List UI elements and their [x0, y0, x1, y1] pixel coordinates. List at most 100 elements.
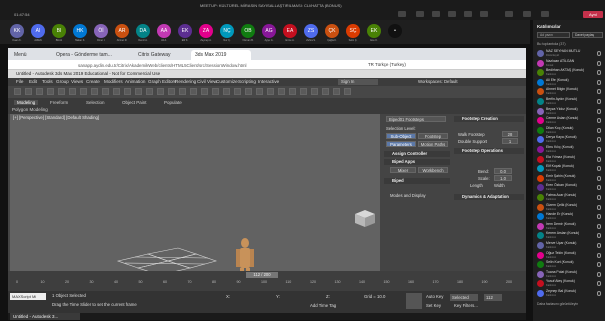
- perspective-viewport[interactable]: [+] [Perspective] [Standard] [Default Sh…: [10, 114, 380, 271]
- participant-avatar[interactable]: KK: [10, 24, 24, 38]
- browser-tab-active[interactable]: 3ds Max 2019: [191, 50, 251, 60]
- participant-row[interactable]: Gizem Çelik (Konuk) Katılımcı: [537, 203, 603, 213]
- participant-avatar[interactable]: OB: [241, 24, 255, 38]
- chat-icon[interactable]: [398, 11, 406, 17]
- participant-row[interactable]: İrem Demir (Konuk) Katılımcı: [537, 222, 603, 232]
- render-setup-icon[interactable]: [322, 88, 329, 95]
- render-icon[interactable]: [344, 88, 351, 95]
- render-frame-icon[interactable]: [333, 88, 340, 95]
- dynamics-rollout[interactable]: Dynamics & Adaptation: [454, 194, 524, 200]
- participant-avatar[interactable]: EK: [367, 24, 381, 38]
- rect-select-icon[interactable]: [102, 88, 109, 95]
- participant-avatar[interactable]: ZS: [304, 24, 318, 38]
- participant-avatar[interactable]: NÇ: [220, 24, 234, 38]
- participant-row[interactable]: Kerem Arslan (Konuk) Katılımcı: [537, 231, 603, 241]
- workbench-button[interactable]: Workbench: [418, 167, 448, 173]
- participant-row[interactable]: Berfin Aydın (Konuk) Katılımcı: [537, 97, 603, 107]
- add-time-tag-button[interactable]: Add Time Tag: [310, 303, 336, 308]
- move-icon[interactable]: [124, 88, 131, 95]
- snap-icon[interactable]: [190, 88, 197, 95]
- participant-avatar[interactable]: Öİ: [94, 24, 108, 38]
- set-key-icon[interactable]: [406, 293, 422, 309]
- participant-row[interactable]: Zeynep Bal (Konuk) Katılımcı: [537, 289, 603, 299]
- participant-row[interactable]: Selin Kurt (Konuk) Katılımcı: [537, 260, 603, 270]
- place-icon[interactable]: [157, 88, 164, 95]
- participant-row[interactable]: Dilan Koç (Konuk) Katılımcı: [537, 126, 603, 136]
- menu-item[interactable]: Customize: [216, 78, 238, 86]
- participant-row[interactable]: Eren Özkan (Konuk) Katılımcı: [537, 183, 603, 193]
- named-sel-icon[interactable]: [234, 88, 241, 95]
- maxscript-listener[interactable]: MAXScript Mi: [10, 293, 46, 300]
- leave-button[interactable]: Ayrıl: [583, 11, 603, 18]
- participant-search-input[interactable]: Ad yazın: [537, 32, 570, 38]
- spinner-snap-icon[interactable]: [223, 88, 230, 95]
- auto-key-button[interactable]: Auto Key: [426, 294, 443, 299]
- participant-avatar[interactable]: AA: [157, 24, 171, 38]
- participant-row[interactable]: Fatma Acar (Konuk) Katılımcı: [537, 193, 603, 203]
- participant-row[interactable]: Yusuf Ateş (Konuk) Katılımcı: [537, 279, 603, 289]
- material-editor-icon[interactable]: [311, 88, 318, 95]
- curve-editor-icon[interactable]: [289, 88, 296, 95]
- ribbon-tab[interactable]: Freeform: [50, 100, 68, 105]
- participant-row[interactable]: Beyza Yıldız (Konuk) Katılımcı: [537, 107, 603, 117]
- time-slider[interactable]: 112 / 200: [246, 272, 278, 278]
- menu-item[interactable]: Modifiers: [104, 78, 123, 86]
- participant-row[interactable]: Oğuz Tekin (Konuk) Katılımcı: [537, 251, 603, 261]
- people-icon[interactable]: [416, 11, 424, 17]
- participant-row[interactable]: Merve Uçar (Konuk) Katılımcı: [537, 241, 603, 251]
- raise-hand-icon[interactable]: [432, 11, 440, 17]
- menu-item[interactable]: Group: [56, 78, 69, 86]
- timeline[interactable]: 112 / 200 0 10 20 30 40 50 60 70 80 90 100 110 120 13…: [8, 271, 526, 291]
- window-crossing-icon[interactable]: [113, 88, 120, 95]
- menu-item[interactable]: Tools: [42, 78, 53, 86]
- participant-row[interactable]: Cemre Aslan (Konuk) Katılımcı: [537, 116, 603, 126]
- unlink-icon[interactable]: [47, 88, 54, 95]
- participant-avatar[interactable]: EK: [178, 24, 192, 38]
- footstep-button[interactable]: Footstep: [418, 133, 448, 139]
- width-checkbox[interactable]: Width: [494, 183, 505, 188]
- modes-display-label[interactable]: Modes and Display: [390, 193, 426, 198]
- filter-icon[interactable]: [69, 88, 76, 95]
- bend-spinner[interactable]: 0.0: [494, 168, 512, 174]
- share-invite-button[interactable]: Davet paylaş: [572, 32, 603, 38]
- biped-apps-rollout[interactable]: Biped Apps: [384, 159, 450, 165]
- assign-controller-rollout[interactable]: Assign Controller: [384, 151, 450, 157]
- participant-avatar[interactable]: HK: [73, 24, 87, 38]
- walk-footsteps-spinner[interactable]: 28: [502, 131, 518, 137]
- mirror-icon[interactable]: [245, 88, 252, 95]
- object-name-field[interactable]: Biped01 Footsteps: [386, 116, 446, 122]
- menu-item[interactable]: Edit: [29, 78, 37, 86]
- menu-item[interactable]: Scripting: [238, 78, 256, 86]
- participant-avatar[interactable]: ÇK: [325, 24, 339, 38]
- participant-row[interactable]: Ela Yılmaz (Konuk) Katılımcı: [537, 155, 603, 165]
- participant-row[interactable]: Elif Koçak (Konuk) Katılımcı: [537, 164, 603, 174]
- menu-item[interactable]: File: [16, 78, 23, 86]
- participant-avatar[interactable]: •: [388, 24, 402, 38]
- participant-row[interactable]: Bedirhan AKTAŞ (Konuk) Katılımcı: [537, 68, 603, 78]
- pivot-icon[interactable]: [179, 88, 186, 95]
- menu-item[interactable]: Animation: [125, 78, 145, 86]
- footstep-creation-rollout[interactable]: Footstep Creation: [454, 116, 524, 122]
- select-by-name-icon[interactable]: [91, 88, 98, 95]
- undo-icon[interactable]: [14, 88, 21, 95]
- current-frame-field[interactable]: 112: [484, 294, 502, 301]
- participant-avatar[interactable]: SÇ: [346, 24, 360, 38]
- browser-tab[interactable]: Menü: [10, 50, 50, 60]
- participant-avatar[interactable]: AI: [31, 24, 45, 38]
- participant-row[interactable]: Ali Efe (Konuk) Katılımcı: [537, 78, 603, 88]
- participants-section-label[interactable]: Bu toplantıda (37): [537, 42, 566, 46]
- participant-avatar[interactable]: AR: [115, 24, 129, 38]
- participant-avatar[interactable]: ZA: [199, 24, 213, 38]
- scale-spinner[interactable]: 1.0: [494, 175, 512, 181]
- url-field[interactable]: sanapp.aydin.edu.tr/Citrix/AkademikWeb/c…: [78, 62, 378, 69]
- schematic-icon[interactable]: [300, 88, 307, 95]
- length-checkbox[interactable]: Length: [470, 183, 483, 188]
- sign-in-button[interactable]: Sign In: [338, 79, 378, 85]
- biped-rollout[interactable]: Biped: [384, 178, 450, 184]
- menu-item[interactable]: Create: [86, 78, 100, 86]
- set-key-button[interactable]: Set Key: [426, 303, 441, 308]
- menu-item[interactable]: Rendering: [175, 78, 196, 86]
- ribbon-tab[interactable]: Modeling: [14, 100, 39, 105]
- participant-row[interactable]: Nazlıcan ATİLGAN Konuk: [537, 59, 603, 69]
- view-icon[interactable]: [464, 11, 472, 17]
